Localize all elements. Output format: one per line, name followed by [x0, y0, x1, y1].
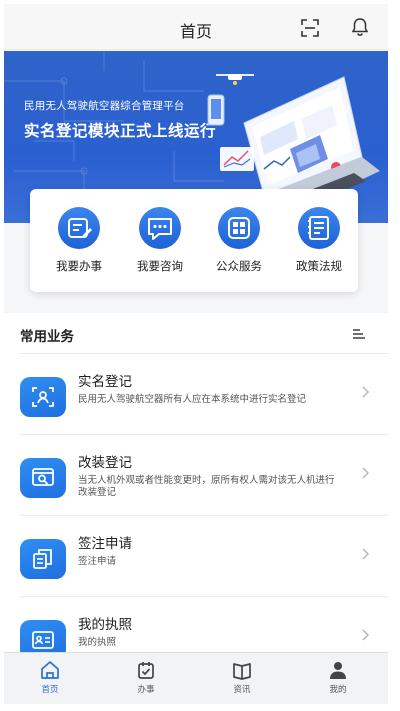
bottom-tab-bar: 首页 办事 资讯 我的	[4, 652, 388, 704]
list-item-real-name-registration[interactable]: 实名登记 民用无人驾驶航空器所有人应在本系统中进行实名登记	[20, 353, 388, 434]
banner-subtitle: 民用无人驾驶航空器综合管理平台	[24, 100, 185, 112]
chevron-right-icon	[362, 386, 369, 398]
task-icon	[138, 662, 154, 679]
chevron-right-icon	[362, 467, 369, 479]
service-name: 实名登记	[78, 374, 132, 390]
app-screen: 首页 民用无人驾驶航空器综合管理平台 实名登记模块正式上线运行 我要办事 我要咨…	[4, 4, 388, 704]
service-icon-box	[20, 458, 66, 498]
service-description: 签注申请	[78, 556, 117, 567]
news-icon	[233, 663, 251, 680]
service-icon-box	[20, 377, 66, 417]
section-title: 常用业务	[20, 329, 74, 345]
bell-icon[interactable]	[351, 17, 369, 37]
documents-icon	[33, 549, 52, 569]
tab-profile[interactable]: 我的	[308, 660, 368, 702]
service-name: 我的执照	[78, 617, 132, 633]
banner-headline: 实名登记模块正式上线运行	[24, 122, 217, 140]
service-name: 签注申请	[78, 536, 132, 552]
tab-home[interactable]: 首页	[20, 660, 80, 702]
menu-icon[interactable]	[353, 329, 365, 339]
tab-label: 办事	[137, 685, 155, 695]
quick-label: 政策法规	[296, 259, 342, 273]
quick-actions-card: 我要办事 我要咨询 公众服务 政策法规	[30, 189, 358, 292]
services-list: 实名登记 民用无人驾驶航空器所有人应在本系统中进行实名登记 改装登记 当无人机外…	[4, 353, 388, 660]
user-icon	[330, 662, 346, 679]
home-icon	[41, 661, 59, 679]
edit-icon	[58, 207, 100, 249]
quick-item-consult[interactable]: 我要咨询	[125, 207, 195, 287]
id-card-icon	[32, 631, 54, 649]
tab-tasks[interactable]: 办事	[116, 660, 176, 702]
scan-user-icon	[32, 387, 54, 407]
service-icon-box	[20, 539, 66, 579]
common-services-header: 常用业务	[4, 313, 388, 353]
list-item-modification-registration[interactable]: 改装登记 当无人机外观或者性能变更时，原所有权人需对该无人机进行改装登记	[20, 434, 388, 515]
scan-icon[interactable]	[301, 19, 319, 37]
quick-label: 公众服务	[216, 259, 262, 273]
list-item-endorsement-application[interactable]: 签注申请 签注申请	[20, 515, 388, 596]
tab-label: 资讯	[233, 685, 251, 695]
grid-icon	[218, 207, 260, 249]
service-description: 当无人机外观或者性能变更时，原所有权人需对该无人机进行改装登记	[78, 475, 335, 498]
top-bar: 首页	[4, 4, 388, 50]
service-name: 改装登记	[78, 455, 132, 471]
book-icon	[298, 207, 340, 249]
tab-label: 我的	[329, 685, 347, 695]
search-form-icon	[32, 468, 54, 486]
quick-item-policy[interactable]: 政策法规	[284, 207, 354, 287]
quick-item-public-service[interactable]: 公众服务	[204, 207, 274, 287]
tab-news[interactable]: 资讯	[212, 660, 272, 702]
quick-item-do-business[interactable]: 我要办事	[44, 207, 114, 287]
chevron-right-icon	[362, 548, 369, 560]
quick-label: 我要办事	[56, 259, 102, 273]
tab-label: 首页	[41, 685, 59, 695]
service-description: 我的执照	[78, 637, 117, 648]
chat-icon	[139, 207, 181, 249]
page-title: 首页	[179, 22, 212, 41]
quick-label: 我要咨询	[137, 259, 183, 273]
service-description: 民用无人驾驶航空器所有人应在本系统中进行实名登记	[78, 394, 307, 405]
chevron-right-icon	[362, 629, 369, 641]
